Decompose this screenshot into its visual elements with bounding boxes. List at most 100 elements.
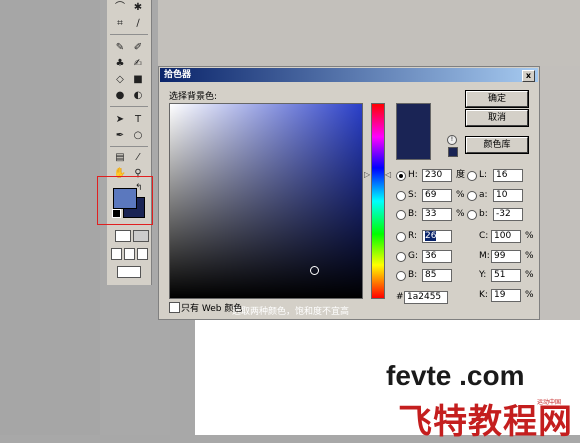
hex-row: # 1a2455 [396,291,456,304]
gradient-tool-icon[interactable]: ■ [129,72,147,88]
toolbox: ⌒ ✱ ⌗ ∕ ✎ ✐ ♣ ✍ ◇ ■ ● ◐ ➤ T ✒ ○ ▤ ⁄ ✋ ⚲ [107,0,152,285]
healing-brush-icon[interactable]: ✎ [111,40,129,56]
watermark-small: 运动中国 [537,399,562,406]
lab-a-radio[interactable] [467,191,477,201]
red-input[interactable]: 26 [422,230,452,243]
crop-tool-icon[interactable]: ⌗ [111,16,129,32]
color-field[interactable]: 选取两种颜色，饱和度不宜高 [169,103,363,317]
eyedropper-tool-icon[interactable]: ⁄ [129,150,147,166]
color-picker-dialog: 拾色器 x 选择背景色: 选取两种颜色，饱和度不宜高 ▷ ◁ ! 确定 取消 颜… [158,66,540,320]
red-radio[interactable] [396,232,406,242]
web-colors-only-label: 只有 Web 颜色 [181,304,243,314]
history-brush-icon[interactable]: ✍ [129,56,147,72]
quick-mask-mode-icon[interactable] [133,230,149,242]
black-row: K: 19 % [479,289,539,302]
annotation-highlight-box [97,176,153,225]
saturation-input[interactable]: 69 [422,189,452,202]
watermark-site: fevte .com [386,360,525,391]
hue-slider-left-arrow-icon[interactable]: ▷ [364,170,370,179]
lab-b-row: b: -32 [467,208,537,221]
lab-a-input[interactable]: 10 [493,189,523,202]
close-button[interactable]: x [522,70,535,82]
current-color-preview[interactable] [396,137,431,160]
standard-mode-icon[interactable] [115,230,131,242]
type-tool-icon[interactable]: T [129,112,147,128]
lab-l-row: L: 16 [467,169,537,182]
toolbox-divider [110,34,148,35]
black-label: K: [479,290,488,300]
workspace-left [0,0,100,435]
red-row: R: 26 [396,230,466,243]
brush-tool-icon[interactable]: ✐ [129,40,147,56]
screen-mode-full-icon[interactable] [137,248,148,260]
magenta-unit: % [525,251,534,261]
screen-mode-menu-icon[interactable] [124,248,135,260]
color-field-cursor[interactable] [310,266,319,275]
blur-tool-icon[interactable]: ● [111,88,129,104]
cyan-unit: % [525,231,534,241]
color-libraries-button[interactable]: 颜色库 [466,137,528,153]
green-label: G: [408,251,419,261]
hue-unit: 度 [456,170,466,180]
magenta-label: M: [479,251,490,261]
hue-label: H: [408,170,418,180]
lab-a-label: a: [479,190,488,200]
yellow-input[interactable]: 51 [491,269,521,282]
lab-l-input[interactable]: 16 [493,169,523,182]
jump-to-imageready-icon[interactable] [117,266,141,278]
eraser-tool-icon[interactable]: ◇ [111,72,129,88]
green-input[interactable]: 36 [422,250,452,263]
cyan-label: C: [479,231,489,241]
dialog-prompt: 选择背景色: [169,92,218,102]
hue-slider-right-arrow-icon[interactable]: ◁ [385,170,391,179]
pen-tool-icon[interactable]: ✒ [111,128,129,144]
notes-tool-icon[interactable]: ▤ [111,150,129,166]
cyan-input[interactable]: 100 [491,230,521,243]
lasso-tool-icon[interactable]: ⌒ [111,0,129,16]
hue-slider[interactable] [371,103,385,299]
screen-mode-standard-icon[interactable] [111,248,122,260]
lab-b-input[interactable]: -32 [493,208,523,221]
blue-label: B: [408,270,418,280]
hue-input[interactable]: 230 [422,169,452,182]
blue-radio[interactable] [396,271,406,281]
brightness-radio[interactable] [396,210,406,220]
ok-button[interactable]: 确定 [466,91,528,107]
hex-input[interactable]: 1a2455 [404,291,448,304]
brightness-row: B: 33 % [396,208,466,221]
hex-label: # [396,292,404,302]
hue-radio[interactable] [396,171,406,181]
dodge-tool-icon[interactable]: ◐ [129,88,147,104]
clone-stamp-icon[interactable]: ♣ [111,56,129,72]
toolbox-divider [110,106,148,107]
brightness-label: B: [408,209,418,219]
lab-l-radio[interactable] [467,171,477,181]
shape-tool-icon[interactable]: ○ [129,128,147,144]
red-input-value: 26 [425,231,437,241]
red-label: R: [408,231,418,241]
web-safe-swatch[interactable] [448,147,458,157]
magic-wand-tool-icon[interactable]: ✱ [129,0,147,16]
hue-row: H: 230 度 [396,169,466,182]
cyan-row: C: 100 % [479,230,539,243]
blue-input[interactable]: 85 [422,269,452,282]
path-select-icon[interactable]: ➤ [111,112,129,128]
black-input[interactable]: 19 [491,289,521,302]
toolbox-divider [110,146,148,147]
lab-b-radio[interactable] [467,210,477,220]
saturation-label: S: [408,190,417,200]
cancel-button[interactable]: 取消 [466,110,528,126]
web-colors-only-checkbox[interactable] [169,302,180,313]
lab-l-label: L: [479,170,488,180]
green-radio[interactable] [396,252,406,262]
dialog-titlebar[interactable]: 拾色器 x [160,68,538,82]
magenta-input[interactable]: 99 [491,250,521,263]
annotation-caption: 选取两种颜色，饱和度不宜高 [232,307,350,317]
saturation-radio[interactable] [396,191,406,201]
saturation-row: S: 69 % [396,189,466,202]
slice-tool-icon[interactable]: ∕ [129,16,147,32]
web-safe-warning-icon[interactable]: ! [447,135,457,145]
brightness-input[interactable]: 33 [422,208,452,221]
brightness-unit: % [456,209,465,219]
lab-b-label: b: [479,209,488,219]
